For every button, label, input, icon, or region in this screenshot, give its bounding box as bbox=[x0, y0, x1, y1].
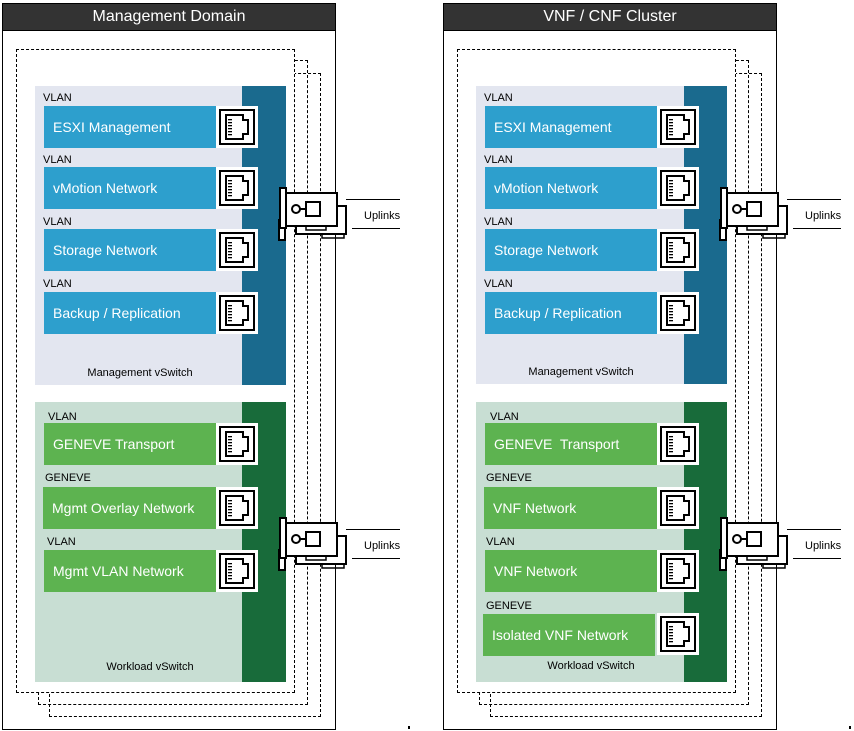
uplinks-label: Uplinks bbox=[805, 540, 842, 552]
portgroup-mgmt-vlan-network[interactable]: Mgmt VLAN Network bbox=[44, 550, 216, 592]
ethernet-port-icon bbox=[216, 292, 258, 334]
ethernet-port-icon bbox=[216, 229, 258, 271]
ethernet-port-icon bbox=[657, 229, 699, 271]
portgroup-type: VLAN bbox=[486, 536, 515, 548]
portgroup-backup-replication[interactable]: Backup / Replication bbox=[44, 292, 216, 334]
ethernet-port-icon bbox=[216, 423, 258, 465]
portgroup-type: VLAN bbox=[484, 154, 513, 166]
portgroup-vmotion-network[interactable]: vMotion Network bbox=[485, 167, 657, 209]
uplinks-label: Uplinks bbox=[364, 210, 401, 222]
portgroup-type: GENEVE bbox=[486, 472, 532, 484]
ethernet-port-icon bbox=[657, 292, 699, 334]
ethernet-port-icon bbox=[657, 613, 699, 655]
portgroup-type: GENEVE bbox=[45, 472, 91, 484]
portgroup-storage-network[interactable]: Storage Network bbox=[485, 229, 657, 271]
portgroup-geneve-transport[interactable]: GENEVE Transport bbox=[44, 423, 216, 465]
portgroup-type: VLAN bbox=[43, 154, 72, 166]
portgroup-type: GENEVE bbox=[486, 600, 532, 612]
portgroup-backup-replication[interactable]: Backup / Replication bbox=[485, 292, 657, 334]
portgroup-vnf-network[interactable]: VNF Network bbox=[485, 550, 657, 592]
ethernet-port-icon bbox=[657, 167, 699, 209]
uplink-line bbox=[346, 199, 400, 200]
portgroup-esxi-management[interactable]: ESXI Management bbox=[44, 106, 216, 148]
ethernet-port-icon bbox=[657, 550, 699, 592]
uplink-line bbox=[787, 199, 841, 200]
vswitch-label: Management vSwitch bbox=[87, 367, 193, 379]
uplink-line bbox=[346, 529, 400, 530]
uplinks-label: Uplinks bbox=[364, 540, 401, 552]
portgroup-vnf-network[interactable]: VNF Network bbox=[484, 487, 666, 529]
portgroup-type: VLAN bbox=[484, 92, 513, 104]
ethernet-port-icon bbox=[657, 487, 699, 529]
ethernet-port-icon bbox=[216, 550, 258, 592]
nic-card-icon bbox=[276, 182, 356, 253]
portgroup-storage-network[interactable]: Storage Network bbox=[44, 229, 216, 271]
portgroup-type: VLAN bbox=[47, 536, 76, 548]
uplink-line bbox=[352, 558, 400, 559]
nic-card-icon bbox=[717, 512, 797, 583]
portgroup-type: VLAN bbox=[484, 216, 513, 228]
portgroup-geneve-transport[interactable]: GENEVE Transport bbox=[485, 423, 657, 465]
uplink-line bbox=[352, 228, 400, 229]
vswitch-label: Management vSwitch bbox=[528, 366, 634, 378]
portgroup-type: VLAN bbox=[48, 411, 77, 423]
nic-card-icon bbox=[276, 512, 356, 583]
portgroup-type: VLAN bbox=[43, 216, 72, 228]
vswitch-label: Workload vSwitch bbox=[547, 660, 635, 672]
portgroup-vmotion-network[interactable]: vMotion Network bbox=[44, 167, 216, 209]
portgroup-type: VLAN bbox=[484, 278, 513, 290]
uplink-line bbox=[787, 529, 841, 530]
portgroup-mgmt-overlay-network[interactable]: Mgmt Overlay Network bbox=[43, 487, 225, 529]
ethernet-port-icon bbox=[216, 106, 258, 148]
uplink-line bbox=[793, 228, 841, 229]
portgroup-isolated-vnf-network[interactable]: Isolated VNF Network bbox=[483, 614, 655, 656]
stray-mark bbox=[408, 726, 410, 729]
nic-card-icon bbox=[717, 182, 797, 253]
portgroup-type: VLAN bbox=[43, 92, 72, 104]
cluster-title: VNF / CNF Cluster bbox=[444, 4, 776, 31]
portgroup-esxi-management[interactable]: ESXI Management bbox=[485, 106, 657, 148]
ethernet-port-icon bbox=[216, 487, 258, 529]
ethernet-port-icon bbox=[657, 423, 699, 465]
stray-mark bbox=[849, 726, 851, 729]
ethernet-port-icon bbox=[657, 106, 699, 148]
uplinks-label: Uplinks bbox=[805, 210, 842, 222]
uplink-line bbox=[793, 558, 841, 559]
cluster-title: Management Domain bbox=[3, 4, 335, 31]
ethernet-port-icon bbox=[216, 167, 258, 209]
portgroup-type: VLAN bbox=[43, 278, 72, 290]
portgroup-type: VLAN bbox=[490, 411, 519, 423]
vswitch-label: Workload vSwitch bbox=[106, 661, 194, 673]
